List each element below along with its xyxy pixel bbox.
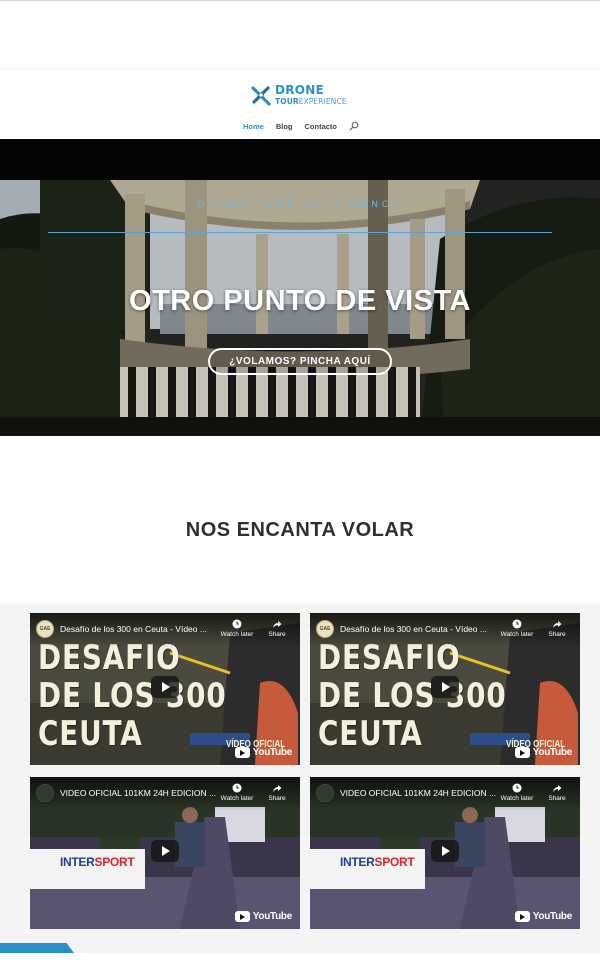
video-overlay-line-2: DE LOS 300 bbox=[38, 676, 227, 716]
video-overlay-line-3: CEUTA bbox=[318, 714, 423, 754]
play-button[interactable] bbox=[431, 676, 459, 698]
section-title: NOS ENCANTA VOLAR bbox=[185, 519, 415, 541]
share-icon bbox=[273, 621, 282, 628]
hero-divider bbox=[48, 232, 552, 233]
clock-icon bbox=[232, 619, 242, 629]
watch-later-label: Watch later bbox=[220, 631, 254, 638]
youtube-icon bbox=[234, 911, 250, 922]
share-icon bbox=[553, 621, 562, 628]
sponsor-text: INTERSPORT bbox=[340, 855, 415, 869]
play-button[interactable] bbox=[151, 676, 179, 698]
video-title[interactable]: VIDEO OFICIAL 101KM 24H EDICION ... bbox=[60, 788, 220, 798]
youtube-label: YouTube bbox=[252, 911, 293, 922]
video-overlay-line-2: DE LOS 300 bbox=[318, 676, 507, 716]
search-icon[interactable] bbox=[349, 121, 359, 131]
youtube-label: YouTube bbox=[532, 911, 573, 922]
share-button[interactable]: Share bbox=[542, 783, 572, 802]
browser-top-border bbox=[0, 0, 600, 1]
main-nav: Home Blog Contacto bbox=[243, 120, 359, 132]
video-title[interactable]: Desafío de los 300 en Ceuta - Vídeo ... bbox=[340, 624, 500, 634]
youtube-icon bbox=[234, 747, 250, 758]
scroll-tab[interactable] bbox=[0, 943, 74, 953]
hero-kicker: DRONE TOUR EXPERIENCE bbox=[197, 199, 403, 209]
nav-blog[interactable]: Blog bbox=[276, 122, 293, 131]
page: DRONE TOUREXPERIENCE Home Blog Contacto bbox=[0, 0, 600, 972]
channel-avatar[interactable]: GAE bbox=[36, 620, 54, 638]
video-title[interactable]: VIDEO OFICIAL 101KM 24H EDICION ... bbox=[340, 788, 500, 798]
share-label: Share bbox=[268, 631, 286, 638]
video-embed[interactable]: INTERSPORT VIDEO OFICIAL 101KM 24H EDICI… bbox=[310, 777, 580, 929]
youtube-label: YouTube bbox=[532, 747, 573, 758]
hero-cta-button[interactable]: ¿VOLAMOS? PINCHA AQUÍ bbox=[208, 348, 392, 375]
share-button[interactable]: Share bbox=[262, 783, 292, 802]
channel-avatar[interactable] bbox=[36, 784, 54, 802]
watch-later-button[interactable]: Watch later bbox=[498, 619, 536, 638]
share-label: Share bbox=[548, 795, 566, 802]
clock-icon bbox=[232, 783, 242, 793]
youtube-logo[interactable]: YouTube bbox=[234, 911, 293, 922]
share-label: Share bbox=[548, 631, 566, 638]
watch-later-label: Watch later bbox=[500, 631, 534, 638]
clock-icon bbox=[512, 619, 522, 629]
watch-later-label: Watch later bbox=[220, 795, 254, 802]
youtube-icon bbox=[514, 747, 530, 758]
watch-later-button[interactable]: Watch later bbox=[218, 619, 256, 638]
share-label: Share bbox=[268, 795, 286, 802]
watch-later-label: Watch later bbox=[500, 795, 534, 802]
video-embed[interactable]: DESAFIO DE LOS 300 CEUTA VÍDEO OFICIAL G… bbox=[310, 613, 580, 765]
video-overlay-line-3: CEUTA bbox=[38, 714, 143, 754]
nav-contacto[interactable]: Contacto bbox=[305, 122, 338, 131]
share-icon bbox=[273, 785, 282, 792]
watch-later-button[interactable]: Watch later bbox=[498, 783, 536, 802]
youtube-icon bbox=[514, 911, 530, 922]
drone-logo-icon bbox=[251, 86, 271, 106]
logo-text-drone: DRONE bbox=[275, 83, 325, 97]
video-embed[interactable]: DESAFIO DE LOS 300 CEUTA VÍDEO OFICIAL G… bbox=[30, 613, 300, 765]
hero-title: OTRO PUNTO DE VISTA bbox=[129, 285, 471, 317]
logo-text-tour: TOUREXPERIENCE bbox=[275, 97, 347, 106]
video-embed[interactable]: INTERSPORT VIDEO OFICIAL 101KM 24H EDICI… bbox=[30, 777, 300, 929]
watch-later-button[interactable]: Watch later bbox=[218, 783, 256, 802]
play-button[interactable] bbox=[151, 840, 179, 862]
site-logo[interactable]: DRONE TOUREXPERIENCE bbox=[250, 82, 354, 108]
youtube-logo[interactable]: YouTube bbox=[514, 747, 573, 758]
channel-avatar[interactable] bbox=[316, 784, 334, 802]
share-icon bbox=[553, 785, 562, 792]
share-button[interactable]: Share bbox=[262, 619, 292, 638]
sponsor-text: INTERSPORT bbox=[60, 855, 135, 869]
video-title[interactable]: Desafío de los 300 en Ceuta - Vídeo ... bbox=[60, 624, 220, 634]
play-button[interactable] bbox=[431, 840, 459, 862]
youtube-label: YouTube bbox=[252, 747, 293, 758]
youtube-logo[interactable]: YouTube bbox=[514, 911, 573, 922]
channel-avatar[interactable]: GAE bbox=[316, 620, 334, 638]
youtube-logo[interactable]: YouTube bbox=[234, 747, 293, 758]
hero-banner: DRONE TOUR EXPERIENCE OTRO PUNTO DE VIST… bbox=[0, 139, 600, 436]
nav-home[interactable]: Home bbox=[243, 122, 264, 131]
clock-icon bbox=[512, 783, 522, 793]
share-button[interactable]: Share bbox=[542, 619, 572, 638]
